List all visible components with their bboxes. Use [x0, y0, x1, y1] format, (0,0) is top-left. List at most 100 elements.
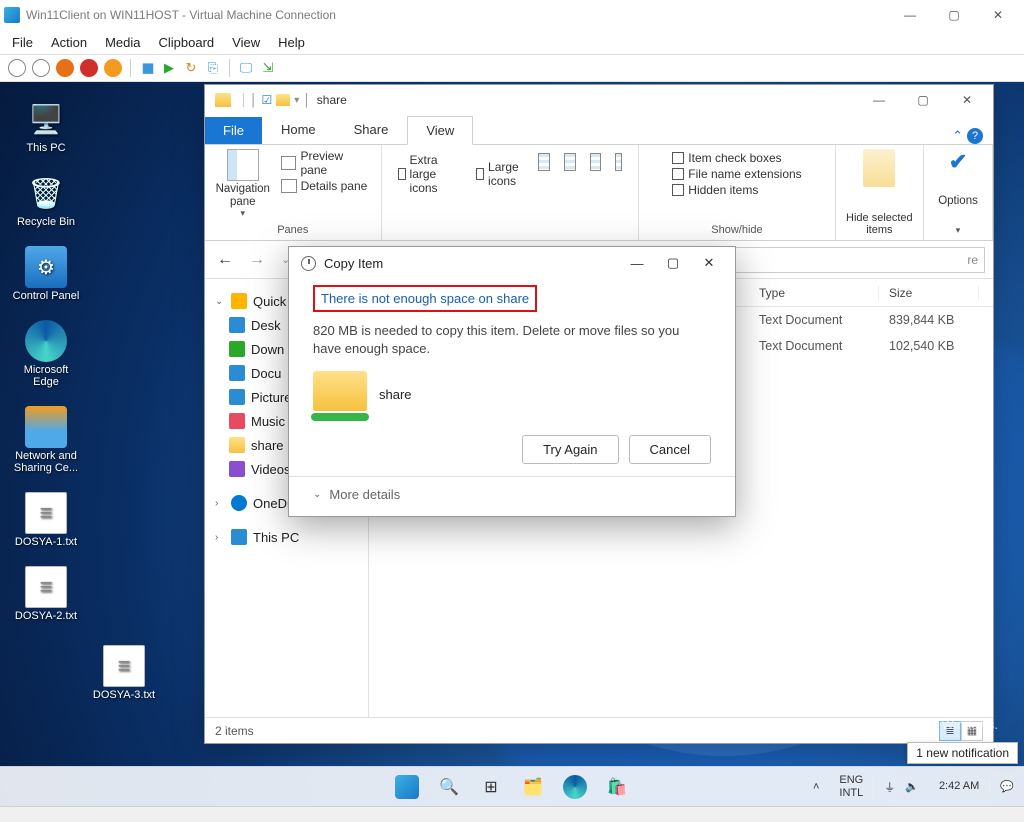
taskbar-search-icon[interactable]: 🔍 [437, 775, 461, 799]
layout-icon[interactable] [615, 153, 622, 171]
desktop-icon-network[interactable]: Network and Sharing Ce... [10, 406, 82, 474]
hidden-items-toggle[interactable]: Hidden items [672, 183, 801, 197]
desktop-icon-file-1[interactable]: DOSYA-1.txt [10, 492, 82, 548]
desktop-icons: This PC Recycle Bin Control Panel Micros… [10, 98, 82, 622]
back-button[interactable]: ← [213, 247, 237, 273]
task-view-icon[interactable]: ⊞ [479, 775, 503, 799]
preview-pane-button[interactable]: Preview pane [281, 149, 373, 177]
activation-watermark: Activate Windows Go to Settings to activ… [793, 696, 998, 732]
menu-media[interactable]: Media [105, 35, 140, 50]
column-type[interactable]: Type [749, 286, 879, 300]
large-icons-option[interactable]: Large icons [476, 153, 524, 195]
layout-icon[interactable] [538, 153, 550, 171]
folder-icon [215, 93, 231, 107]
notifications-button[interactable]: 💬 [1000, 780, 1014, 793]
explorer-maximize-button[interactable]: ▢ [901, 85, 945, 115]
tb-button-2[interactable] [32, 59, 50, 77]
menu-file[interactable]: File [12, 35, 33, 50]
showhide-group-label: Show/hide [711, 224, 762, 236]
menu-help[interactable]: Help [278, 35, 305, 50]
hyperv-icon [4, 7, 20, 23]
dialog-maximize-button[interactable]: ▢ [655, 249, 691, 277]
extra-large-icons-option[interactable]: Extra large icons [398, 153, 463, 195]
desktop-icon-recycle-bin[interactable]: Recycle Bin [10, 172, 82, 228]
explorer-titlebar[interactable]: │ ☑ ▾ │ share ― ▢ ✕ [205, 85, 993, 115]
explorer-close-button[interactable]: ✕ [945, 85, 989, 115]
column-size[interactable]: Size [879, 286, 979, 300]
dialog-title: Copy Item [324, 256, 383, 271]
navigation-pane-button[interactable]: Navigation pane ▾ [213, 149, 273, 219]
taskbar-explorer-icon[interactable]: 🗂️ [521, 775, 545, 799]
ctrl-alt-del-button[interactable] [8, 59, 26, 77]
dialog-close-button[interactable]: ✕ [691, 249, 727, 277]
cancel-button[interactable]: Cancel [629, 435, 711, 464]
menu-clipboard[interactable]: Clipboard [159, 35, 215, 50]
forward-button[interactable]: → [245, 247, 269, 273]
explorer-title: share [317, 93, 347, 107]
taskbar-edge-icon[interactable] [563, 775, 587, 799]
tray-volume-icon[interactable]: 🔈 [905, 780, 919, 793]
more-details-toggle[interactable]: ⌄More details [313, 487, 711, 502]
panes-group-label: Panes [277, 224, 308, 236]
guest-desktop[interactable]: This PC Recycle Bin Control Panel Micros… [0, 82, 1024, 806]
tray-chevron-icon[interactable]: ˄ [813, 781, 819, 793]
tray-network-icon[interactable]: ⏚ [884, 779, 895, 795]
host-maximize-button[interactable]: ▢ [932, 0, 976, 30]
share-button[interactable]: ⇲ [260, 60, 276, 76]
start-button[interactable] [395, 775, 419, 799]
tab-view[interactable]: View [407, 116, 473, 145]
tab-share[interactable]: Share [335, 115, 408, 144]
tab-home[interactable]: Home [262, 115, 335, 144]
copy-item-dialog: Copy Item ― ▢ ✕ There is not enough spac… [288, 246, 736, 517]
qat-checkbox-icon[interactable]: ☑ [262, 93, 273, 107]
dialog-titlebar[interactable]: Copy Item ― ▢ ✕ [289, 247, 735, 279]
host-close-button[interactable]: ✕ [976, 0, 1020, 30]
try-again-button[interactable]: Try Again [522, 435, 618, 464]
desktop-icon-control-panel[interactable]: Control Panel [10, 246, 82, 302]
notification-toast[interactable]: 1 new notification [907, 742, 1018, 764]
options-button[interactable]: ✔ Options ▾ [924, 145, 993, 240]
host-title: Win11Client on WIN11HOST - Virtual Machi… [26, 8, 336, 22]
item-count: 2 items [215, 724, 254, 738]
checkpoint-button[interactable]: ⎘ [205, 60, 221, 76]
desktop-icon-edge[interactable]: Microsoft Edge [10, 320, 82, 388]
dialog-heading: There is not enough space on share [313, 285, 537, 312]
layout-icon[interactable] [590, 153, 602, 171]
revert-button[interactable]: ↻ [183, 60, 199, 76]
host-toolbar: ▮▮ ▶ ↻ ⎘ 🖵 ⇲ [0, 54, 1024, 82]
turn-off-button[interactable] [80, 59, 98, 77]
desktop-icon-file-2[interactable]: DOSYA-2.txt [10, 566, 82, 622]
sidebar-this-pc[interactable]: ›This PC [211, 525, 362, 549]
hide-selected-items-button[interactable]: Hide selected items [836, 145, 925, 240]
language-indicator[interactable]: ENGINTL [829, 774, 874, 798]
pause-button[interactable]: ▮▮ [139, 60, 155, 76]
ribbon-collapse[interactable]: ⌃ ? [952, 128, 983, 144]
item-check-boxes-toggle[interactable]: Item check boxes [672, 151, 801, 165]
start-button[interactable]: ▶ [161, 60, 177, 76]
shut-down-button[interactable] [104, 59, 122, 77]
host-scrollbar[interactable] [0, 806, 1024, 822]
enhanced-session-button[interactable]: 🖵 [238, 60, 254, 76]
ribbon-view: Navigation pane ▾ Preview pane Details p… [205, 145, 993, 241]
file-name-extensions-toggle[interactable]: File name extensions [672, 167, 801, 181]
desktop-icon-file-3[interactable]: DOSYA-3.txt [88, 645, 160, 701]
explorer-minimize-button[interactable]: ― [857, 85, 901, 115]
ribbon-tabs: File Home Share View ⌃ ? [205, 115, 993, 145]
host-minimize-button[interactable]: ― [888, 0, 932, 30]
menu-action[interactable]: Action [51, 35, 87, 50]
details-pane-button[interactable]: Details pane [281, 179, 373, 193]
layout-icon[interactable] [564, 153, 576, 171]
clock[interactable]: 2:42 AM [929, 780, 990, 792]
folder-thumbnail [313, 371, 367, 417]
menu-view[interactable]: View [232, 35, 260, 50]
history-icon [301, 256, 316, 271]
qat-folder-icon[interactable] [276, 94, 290, 106]
desktop-icon-this-pc[interactable]: This PC [10, 98, 82, 154]
host-titlebar: Win11Client on WIN11HOST - Virtual Machi… [0, 0, 1024, 30]
tb-button-3[interactable] [56, 59, 74, 77]
tab-file[interactable]: File [205, 117, 262, 144]
host-menu: File Action Media Clipboard View Help [0, 30, 1024, 54]
taskbar-store-icon[interactable]: 🛍️ [605, 775, 629, 799]
dialog-minimize-button[interactable]: ― [619, 249, 655, 277]
taskbar: 🔍 ⊞ 🗂️ 🛍️ ˄ ENGINTL ⏚ 🔈 2:42 AM 💬 [0, 766, 1024, 806]
